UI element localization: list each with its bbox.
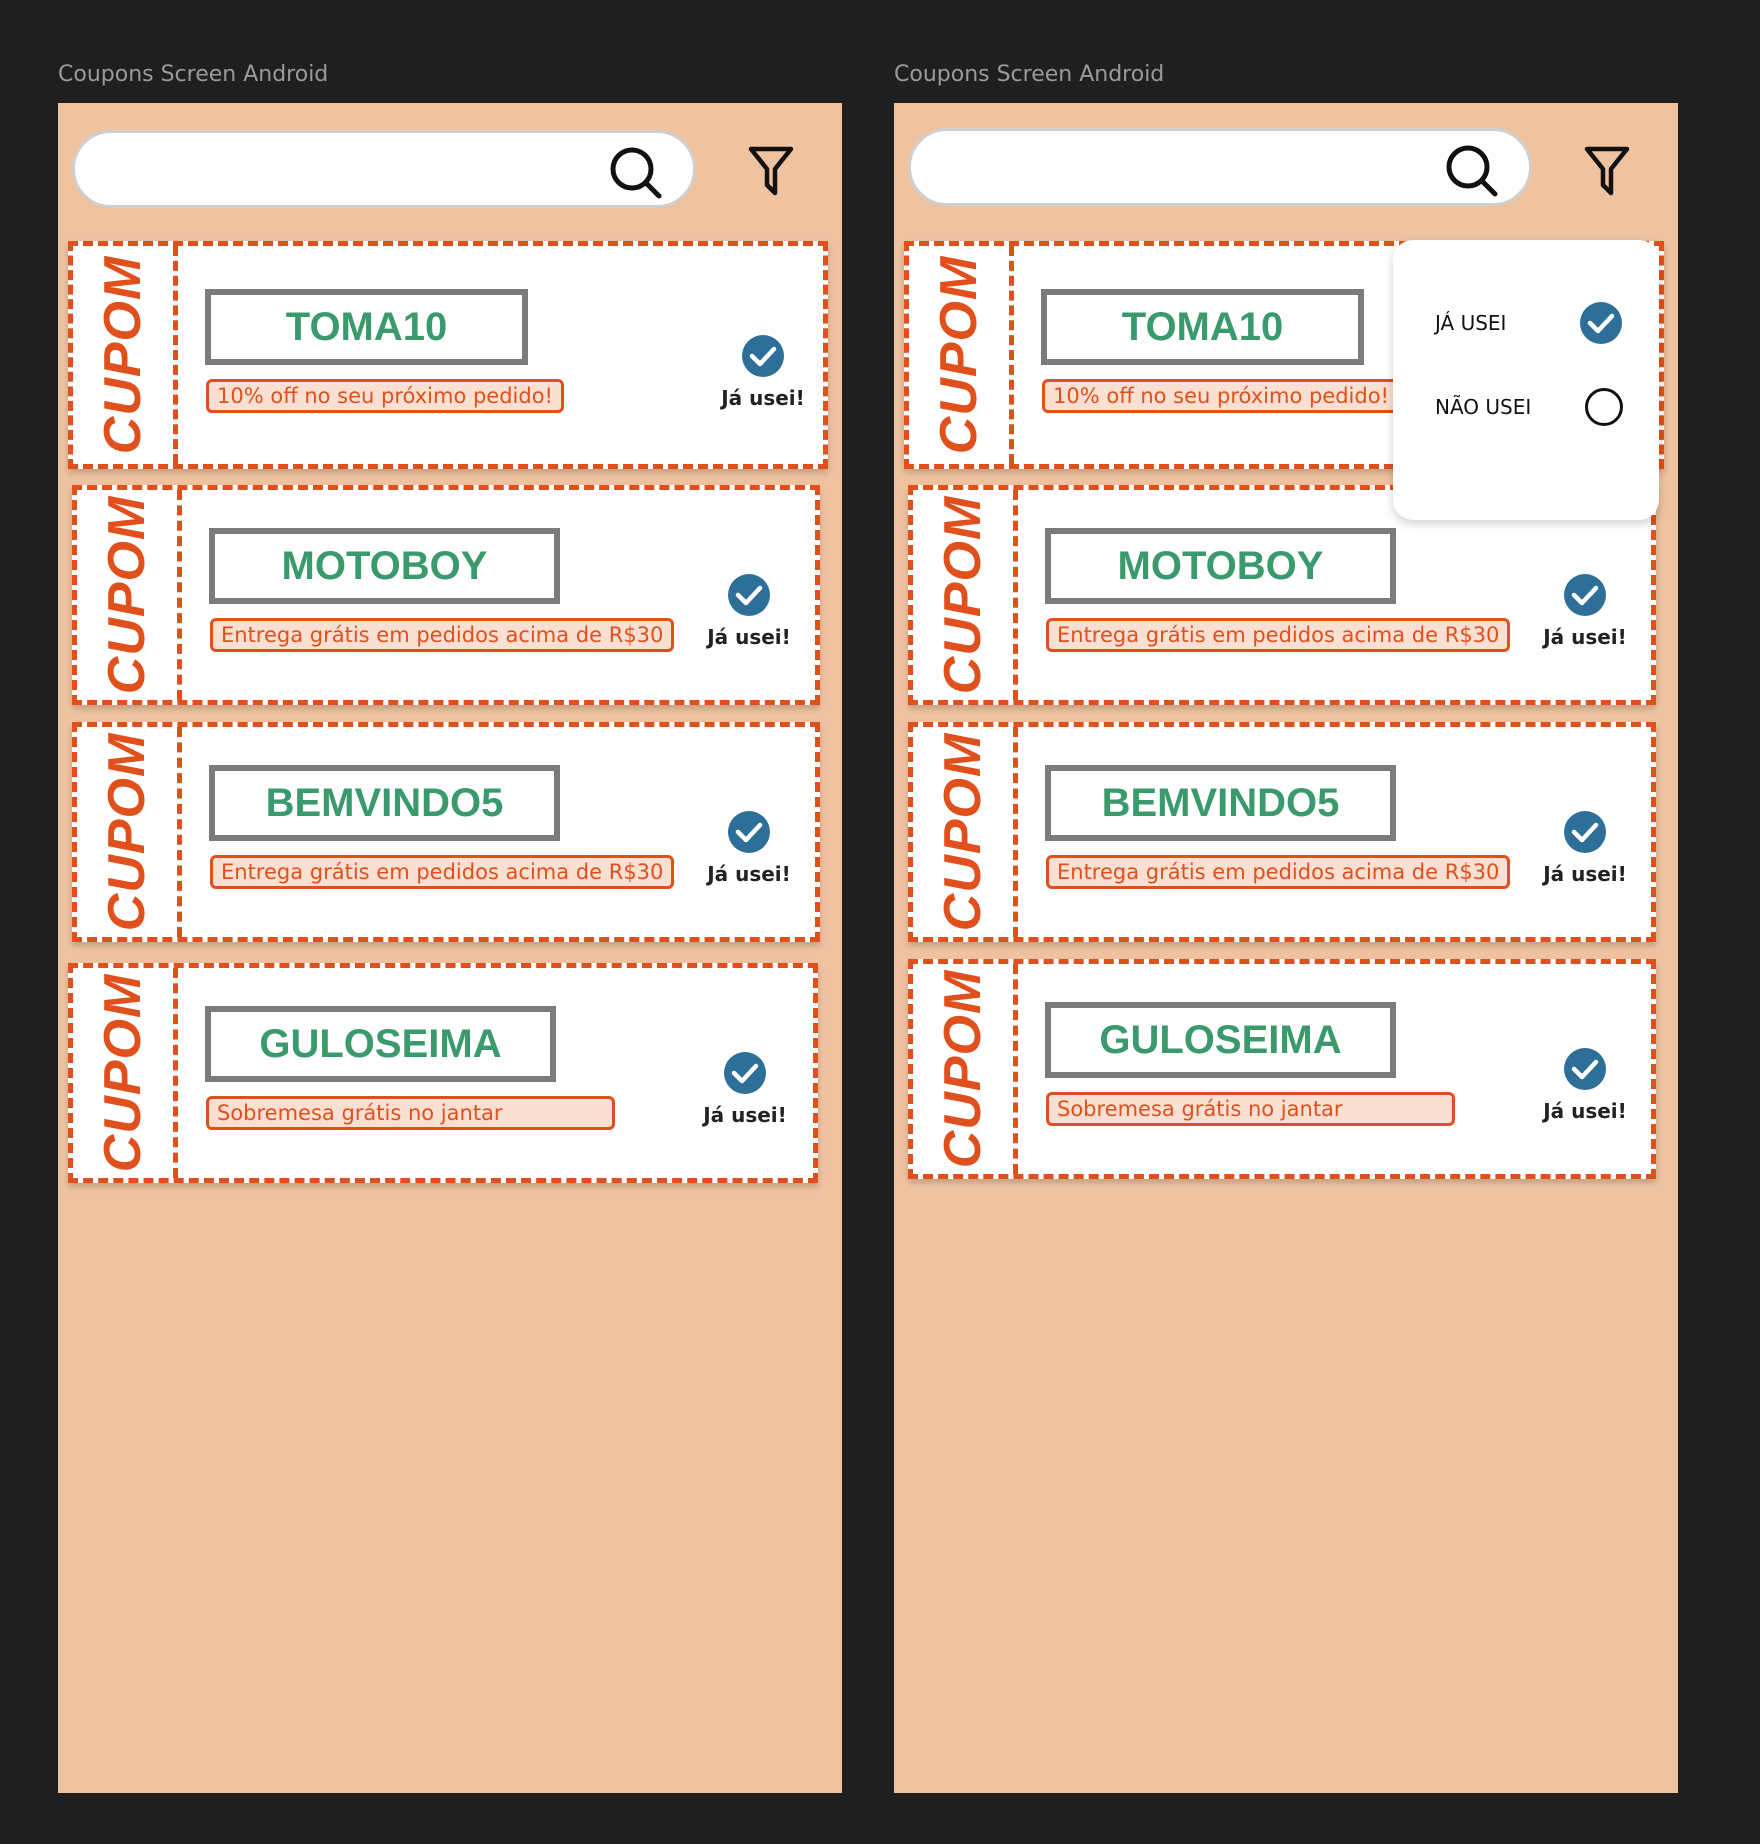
coupon-code: GULOSEIMA bbox=[205, 1006, 556, 1082]
filter-icon[interactable] bbox=[748, 145, 794, 197]
coupon-card[interactable]: CUPOM TOMA10 10% off no seu próximo pedi… bbox=[68, 241, 828, 469]
coupon-stub-label: CUPOM bbox=[930, 255, 988, 455]
filter-icon[interactable] bbox=[1584, 145, 1630, 197]
coupon-stub: CUPOM bbox=[73, 968, 178, 1178]
coupon-stub: CUPOM bbox=[77, 490, 182, 700]
coupon-code: MOTOBOY bbox=[1045, 528, 1396, 604]
coupons-screen: CUPOM TOMA10 10% off no seu próximo pedi… bbox=[58, 103, 842, 1793]
filter-option-label: JÁ USEI bbox=[1435, 311, 1507, 335]
coupon-card[interactable]: CUPOM MOTOBOY Entrega grátis em pedidos … bbox=[72, 485, 820, 705]
search-input[interactable] bbox=[105, 143, 569, 197]
coupon-card[interactable]: CUPOM GULOSEIMA Sobremesa grátis no jant… bbox=[908, 959, 1656, 1179]
used-status-label: Já usei! bbox=[1543, 625, 1627, 649]
coupon-stub-label: CUPOM bbox=[98, 495, 156, 695]
coupons-screen-filter-open: CUPOM TOMA10 10% off no seu próximo pedi… bbox=[894, 103, 1678, 1793]
coupon-stub: CUPOM bbox=[913, 964, 1018, 1174]
check-circle-icon bbox=[1564, 811, 1606, 853]
filter-option-ja-usei[interactable]: JÁ USEI bbox=[1435, 300, 1623, 346]
search-bar[interactable] bbox=[908, 128, 1532, 206]
coupon-stub-label: CUPOM bbox=[94, 255, 152, 455]
coupon-description: Entrega grátis em pedidos acima de R$30 bbox=[1046, 618, 1511, 652]
coupon-stub-label: CUPOM bbox=[934, 732, 992, 932]
used-status[interactable]: Já usei! bbox=[1535, 810, 1635, 886]
used-status-label: Já usei! bbox=[721, 386, 805, 410]
coupon-code: BEMVINDO5 bbox=[1045, 765, 1396, 841]
coupon-stub-label: CUPOM bbox=[934, 495, 992, 695]
coupon-stub: CUPOM bbox=[913, 727, 1018, 937]
check-circle-icon bbox=[742, 335, 784, 377]
used-status[interactable]: Já usei! bbox=[1535, 573, 1635, 649]
coupon-code: TOMA10 bbox=[1041, 289, 1364, 365]
check-circle-icon bbox=[724, 1052, 766, 1094]
used-status[interactable]: Já usei! bbox=[713, 334, 813, 410]
used-status-label: Já usei! bbox=[703, 1103, 787, 1127]
coupon-code: BEMVINDO5 bbox=[209, 765, 560, 841]
coupon-description: Entrega grátis em pedidos acima de R$30 bbox=[210, 855, 675, 889]
check-circle-icon bbox=[1564, 1048, 1606, 1090]
frame-label: Coupons Screen Android bbox=[894, 62, 1165, 87]
used-status[interactable]: Já usei! bbox=[695, 1051, 795, 1127]
coupon-stub: CUPOM bbox=[77, 727, 182, 937]
coupon-stub: CUPOM bbox=[913, 490, 1018, 700]
coupon-description: Sobremesa grátis no jantar bbox=[206, 1096, 615, 1130]
used-status-label: Já usei! bbox=[707, 625, 791, 649]
search-bar[interactable] bbox=[72, 130, 696, 208]
coupon-description: Sobremesa grátis no jantar bbox=[1046, 1092, 1455, 1126]
coupon-stub-label: CUPOM bbox=[934, 969, 992, 1169]
used-status-label: Já usei! bbox=[1543, 862, 1627, 886]
coupon-code: GULOSEIMA bbox=[1045, 1002, 1396, 1078]
coupon-card[interactable]: CUPOM BEMVINDO5 Entrega grátis em pedido… bbox=[72, 722, 820, 942]
search-icon[interactable] bbox=[609, 146, 663, 200]
filter-option-label: NÃO USEI bbox=[1435, 395, 1532, 419]
check-circle-icon bbox=[1564, 574, 1606, 616]
coupon-card[interactable]: CUPOM BEMVINDO5 Entrega grátis em pedido… bbox=[908, 722, 1656, 942]
check-circle-icon bbox=[728, 811, 770, 853]
coupon-description: 10% off no seu próximo pedido! bbox=[206, 379, 564, 413]
check-circle-icon bbox=[728, 574, 770, 616]
check-circle-icon[interactable] bbox=[1579, 301, 1623, 345]
filter-menu: JÁ USEI NÃO USEI bbox=[1393, 240, 1659, 520]
radio-empty-icon[interactable] bbox=[1585, 388, 1623, 426]
coupon-stub-label: CUPOM bbox=[94, 973, 152, 1173]
used-status-label: Já usei! bbox=[707, 862, 791, 886]
used-status-label: Já usei! bbox=[1543, 1099, 1627, 1123]
coupon-description: Entrega grátis em pedidos acima de R$30 bbox=[210, 618, 675, 652]
coupon-stub-label: CUPOM bbox=[98, 732, 156, 932]
search-input[interactable] bbox=[941, 141, 1405, 195]
coupon-description: 10% off no seu próximo pedido! bbox=[1042, 379, 1400, 413]
coupon-description: Entrega grátis em pedidos acima de R$30 bbox=[1046, 855, 1511, 889]
frame-label: Coupons Screen Android bbox=[58, 62, 329, 87]
search-icon[interactable] bbox=[1445, 144, 1499, 198]
used-status[interactable]: Já usei! bbox=[699, 573, 799, 649]
coupon-stub: CUPOM bbox=[909, 246, 1014, 464]
filter-option-nao-usei[interactable]: NÃO USEI bbox=[1435, 384, 1623, 430]
coupon-code: MOTOBOY bbox=[209, 528, 560, 604]
coupon-card[interactable]: CUPOM GULOSEIMA Sobremesa grátis no jant… bbox=[68, 963, 818, 1183]
used-status[interactable]: Já usei! bbox=[1535, 1047, 1635, 1123]
coupon-code: TOMA10 bbox=[205, 289, 528, 365]
coupon-stub: CUPOM bbox=[73, 246, 178, 464]
used-status[interactable]: Já usei! bbox=[699, 810, 799, 886]
